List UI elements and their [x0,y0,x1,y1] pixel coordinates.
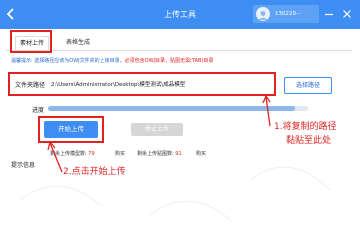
stop-upload-button[interactable]: 停止上传 [131,123,183,136]
annotation-step1-line1: 1.将复制的路径 [274,122,337,132]
notice-lead: 温馨提示: [11,58,33,64]
close-icon[interactable] [342,9,352,19]
buy-models-link[interactable]: 购买 [115,150,125,157]
remaining-models-stat: 剩余上传模型数: 79 [50,150,95,157]
buy-images-link[interactable]: 购买 [196,150,206,157]
minimize-icon[interactable] [324,9,334,19]
notice-body: 选择路径应该为OWJ文件夹的上级目录， [34,58,125,64]
progress-bar [48,106,308,111]
avatar [256,7,270,21]
progress-label: 进度 [32,107,45,114]
back-arrow-icon[interactable] [4,7,18,21]
highlight-box-tab [10,30,52,53]
progress-fill [48,106,295,111]
highlight-box-start [38,116,104,143]
info-label: 提示信息 [11,162,36,169]
user-name: 130220··· [275,11,302,17]
tab-divider [6,50,352,51]
highlight-box-path [8,72,276,96]
title-bar: 上传工具 130220··· [0,0,360,29]
user-icon [258,11,268,20]
remaining-images-value: 91 [175,151,182,157]
notice-text: 温馨提示: 选择路径应该为OWJ文件夹的上级目录，必须包含OWJ目录，贴图无需(… [11,57,213,64]
remaining-images-label: 剩余上传贴图数: [137,151,174,157]
remaining-models-label: 剩余上传模型数: [50,151,87,157]
remaining-models-value: 79 [88,151,95,157]
remaining-images-stat: 剩余上传贴图数: 91 [137,150,182,157]
notice-warning: 必须包含OWJ目录，贴图无需(TAB)目录 [124,58,214,64]
annotation-step1-line2: 黏贴至此处 [286,136,332,146]
annotation-step2: 2.点击开始上传 [63,167,126,177]
user-account-box[interactable]: 130220··· [253,5,319,23]
tab-table-generate[interactable]: 表格生成 [58,36,98,49]
select-path-button[interactable]: 选择路径 [284,77,332,94]
